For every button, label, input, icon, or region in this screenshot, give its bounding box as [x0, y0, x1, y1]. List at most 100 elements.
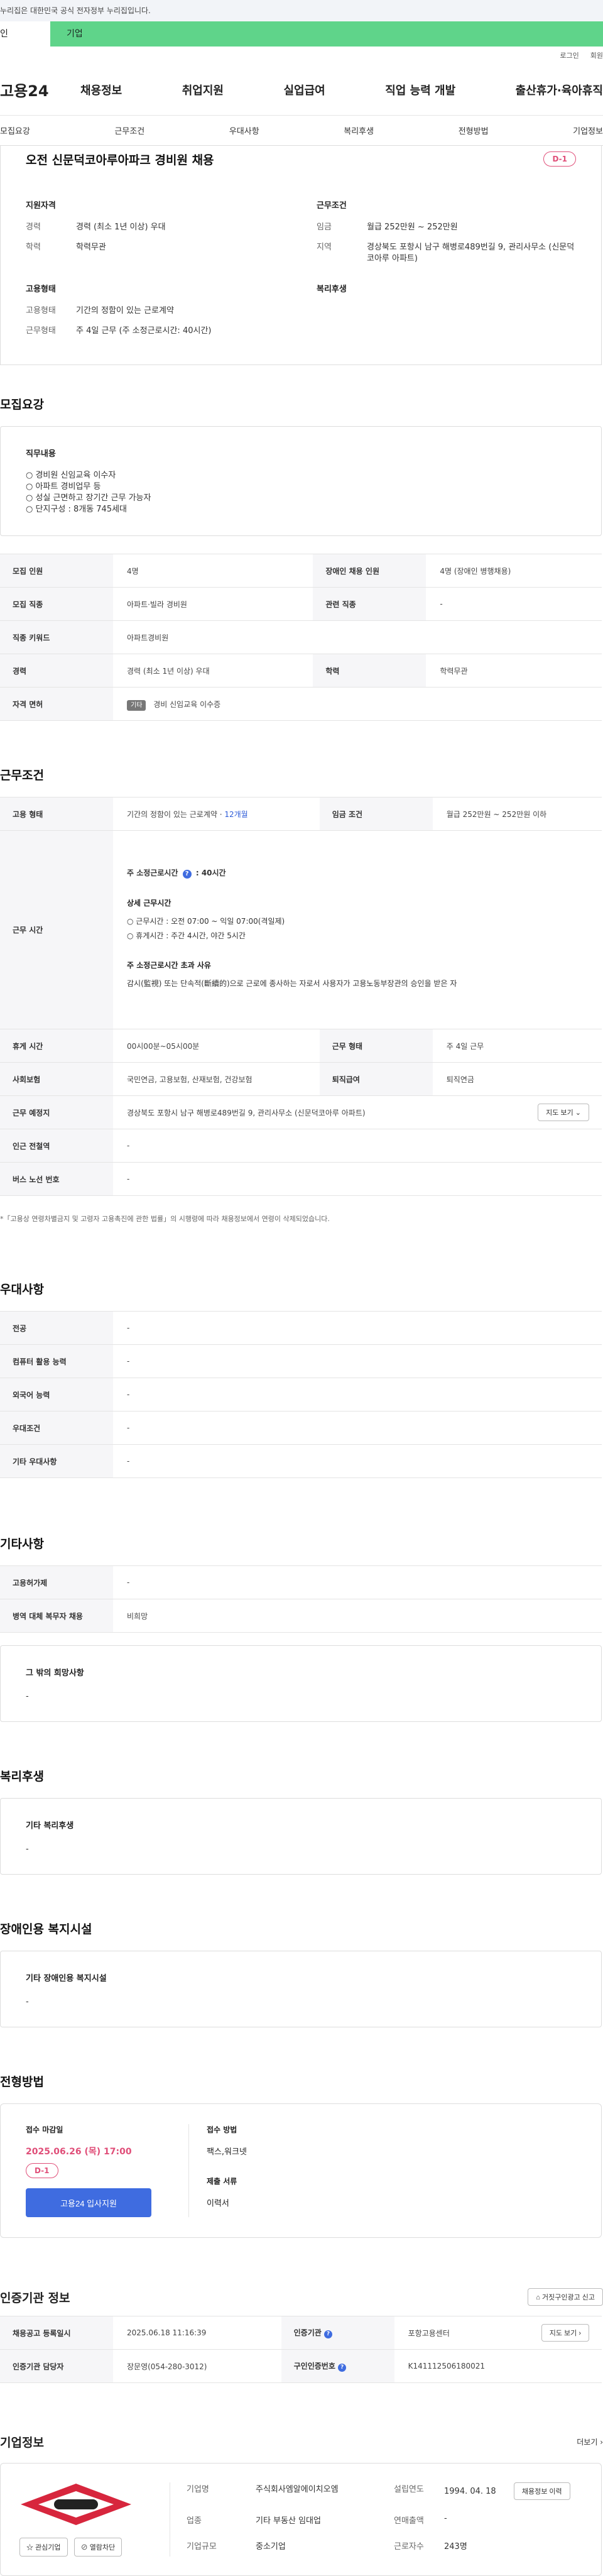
menu-parental-leave[interactable]: 출산휴가·육아휴직 [516, 82, 603, 98]
career-value: 경력 (최소 1년 이상) 우대 [76, 222, 166, 232]
table-row: 우대조건 - [0, 1411, 602, 1445]
bus-label: 버스 노선 번호 [0, 1162, 113, 1196]
tab-bar: 인 기업 [0, 21, 603, 47]
recruit-career-value: 경력 (최소 1년 이상) 우대 [113, 654, 313, 688]
menu-job-info[interactable]: 채용정보 [80, 82, 122, 98]
disabled-headcount-value: 4명 (장애인 병행채용) [426, 554, 602, 588]
subnav-selection[interactable]: 전형방법 [459, 124, 489, 136]
overtime-heading: 주 소정근로시간 초과 사유 [127, 961, 211, 970]
subnav-welfare[interactable]: 복리후생 [344, 124, 374, 136]
employment-block: 고용형태 고용형태 기간의 정함이 있는 근로계약 근무형태 주 4일 근무 (주 … [26, 282, 285, 346]
site-logo[interactable]: 고용24 [0, 79, 80, 101]
reqno-value: K141112506180021 [394, 2349, 602, 2383]
employment-type-row: 고용형태 기간의 정함이 있는 근로계약 [26, 305, 285, 317]
education-value: 학력무관 [76, 243, 106, 252]
career-row: 경력 경력 (최소 1년 이상) 우대 [26, 222, 285, 233]
work-hours-block: 주 소정근로시간 ? : 40시간 상세 근무시간 ○ 근무시간 : 오전 07… [127, 867, 602, 989]
emp-type-cell: 기간의 정함이 있는 근로계약 · 12개월 [113, 797, 320, 831]
interest-button[interactable]: ☆ 관심기업 [19, 2538, 68, 2557]
more-label: 더보기 [577, 2438, 598, 2447]
break-value: 00시00분~05시00분 [113, 1029, 320, 1063]
preferred-condition-label: 우대조건 [0, 1411, 113, 1445]
company-card: ☆ 관심기업 ⊘ 열람차단 기업명 주식회사엠알에이치오엠 설립연도 1994.… [0, 2463, 602, 2576]
other-preference-label: 기타 우대사항 [0, 1444, 113, 1478]
report-icon: ⌂ [536, 2294, 540, 2301]
signup-link[interactable]: 회원 [590, 50, 603, 60]
agency-map-label: 지도 보기 [549, 2330, 577, 2337]
work-table: 고용 형태 기간의 정함이 있는 근로계약 · 12개월 임금 조건 월급 25… [0, 797, 602, 1196]
recruit-section-title: 모집요강 [0, 398, 44, 412]
login-link[interactable]: 로그인 [560, 50, 579, 60]
table-row: 근무 시간 주 소정근로시간 ? : 40시간 상세 근무시간 ○ 근무시간 :… [0, 830, 602, 1029]
others-table: 고용허가제 - 병역 대체 복무자 채용 비희망 [0, 1565, 602, 1633]
education-row: 학력 학력무관 [26, 242, 285, 253]
agency-label-text: 인증기관 [293, 2328, 322, 2337]
overtime-text: 감시(監視) 또는 단속적(斷續的)으로 근로에 종사하는 자로서 사용자가 고… [127, 979, 457, 988]
tab-personal[interactable]: 인 [0, 21, 50, 47]
table-row: 모집 직종 아파트·빌라 경비원 관련 직종 - [0, 587, 602, 621]
table-row: 고용 형태 기간의 정함이 있는 근로계약 · 12개월 임금 조건 월급 25… [0, 797, 602, 831]
method-heading: 접수 방법 [207, 2125, 237, 2134]
weekly-hours-label: 주 소정근로시간 [127, 869, 178, 877]
subnav-recruit[interactable]: 모집요강 [0, 124, 30, 136]
insurance-value: 국민연금, 고용보험, 산재보험, 건강보험 [113, 1062, 320, 1096]
founded-label: 설립연도 [394, 2485, 424, 2494]
wage-cond-value: 월급 252만원 ~ 252만원 이하 [432, 797, 602, 831]
industry-value: 기타 부동산 임대업 [256, 2516, 321, 2526]
info-icon[interactable]: ? [182, 870, 192, 879]
apply-button[interactable]: 고용24 입사지원 [26, 2188, 151, 2217]
subway-label: 인근 전철역 [0, 1129, 113, 1163]
more-link[interactable]: 더보기 › [577, 2436, 603, 2447]
company-info: 기업명 주식회사엠알에이치오엠 설립연도 1994. 04. 18 채용정보 이… [170, 2482, 582, 2557]
welfare-section-title: 복리후생 [0, 1770, 44, 1784]
detail-hours-line: ○ 근무시간 : 오전 07:00 ~ 익일 07:00(격일제) [127, 917, 285, 926]
wish-value: - [26, 1692, 29, 1701]
career-label: 경력 [26, 222, 41, 232]
table-row: 인증기관 담당자 장문영(054-280-3012) 구인인증번호 ? K141… [0, 2349, 602, 2383]
work-hours-cell: 주 소정근로시간 ? : 40시간 상세 근무시간 ○ 근무시간 : 오전 07… [113, 830, 602, 1029]
apply-left: 접수 마감일 2025.06.26 (목) 17:00 D-1 고용24 입사지… [26, 2124, 189, 2217]
insurance-label: 사회보험 [0, 1062, 113, 1096]
other-preference-value: - [113, 1444, 602, 1478]
info-icon[interactable]: ? [338, 2364, 347, 2372]
subnav-preference[interactable]: 우대사항 [229, 124, 259, 136]
military-service-label: 병역 대체 복무자 채용 [0, 1599, 113, 1633]
wage-row: 임금 월급 252만원 ~ 252만원 [317, 222, 576, 233]
recruit-edu-label: 학력 [313, 654, 426, 688]
block-button[interactable]: ⊘ 열람차단 [73, 2538, 122, 2557]
tab-company[interactable]: 기업 [50, 21, 603, 47]
agency-map-button[interactable]: 지도 보기 › [541, 2324, 589, 2342]
wish-card: 그 밖의 희망사항 - [0, 1645, 602, 1722]
work-form-label: 근무형태 [26, 326, 56, 336]
major-value: - [113, 1311, 602, 1345]
work-form-value: 주 4일 근무 (주 소정근로시간: 40시간) [76, 326, 212, 336]
related-field-label: 관련 직종 [313, 587, 426, 621]
emp-type-label: 고용 형태 [0, 797, 113, 831]
founded-value: 1994. 04. 18 [444, 2487, 496, 2496]
history-button[interactable]: 채용정보 이력 [513, 2482, 570, 2500]
subnav-work-conditions[interactable]: 근무조건 [114, 124, 144, 136]
table-row: 채용공고 등록일시 2025.06.18 11:16:39 인증기관 ? 포항고… [0, 2316, 602, 2350]
chevron-right-icon: › [579, 2330, 581, 2337]
company-logo-col: ☆ 관심기업 ⊘ 열람차단 [19, 2482, 170, 2557]
subnav-company[interactable]: 기업정보 [573, 124, 603, 136]
deadline-heading: 접수 마감일 [26, 2125, 63, 2134]
reqno-label: 구인인증번호 ? [281, 2349, 394, 2383]
report-button[interactable]: ⌂ 거짓구인광고 신고 [528, 2288, 603, 2306]
agency-row: 포항고용센터 지도 보기 › [408, 2324, 602, 2342]
map-view-button[interactable]: 지도 보기 ⌄ [538, 1104, 589, 1121]
info-icon[interactable]: ? [324, 2330, 332, 2338]
interest-label: 관심기업 [35, 2544, 61, 2551]
menu-employment-support[interactable]: 취업지원 [182, 82, 224, 98]
job-title: 오전 신문덕코아루아파크 경비원 채용 [26, 153, 214, 167]
detail-hours-line: ○ 휴게시간 : 주간 4시간, 야간 5시간 [127, 931, 246, 940]
gov-banner-text: 누리집은 대한민국 공식 전자정부 누리집입니다. [0, 6, 151, 15]
company-name-label: 기업명 [187, 2485, 209, 2494]
employees-label: 근로자수 [394, 2542, 424, 2551]
menu-skill-development[interactable]: 직업 능력 개발 [385, 82, 455, 98]
apply-right: 접수 방법 팩스,워크넷 제출 서류 이력서 [189, 2124, 576, 2217]
work-permit-label: 고용허가제 [0, 1565, 113, 1599]
computer-skill-value: - [113, 1344, 602, 1378]
reqno-label-text: 구인인증번호 [293, 2362, 335, 2370]
menu-unemployment-benefit[interactable]: 실업급여 [284, 82, 325, 98]
